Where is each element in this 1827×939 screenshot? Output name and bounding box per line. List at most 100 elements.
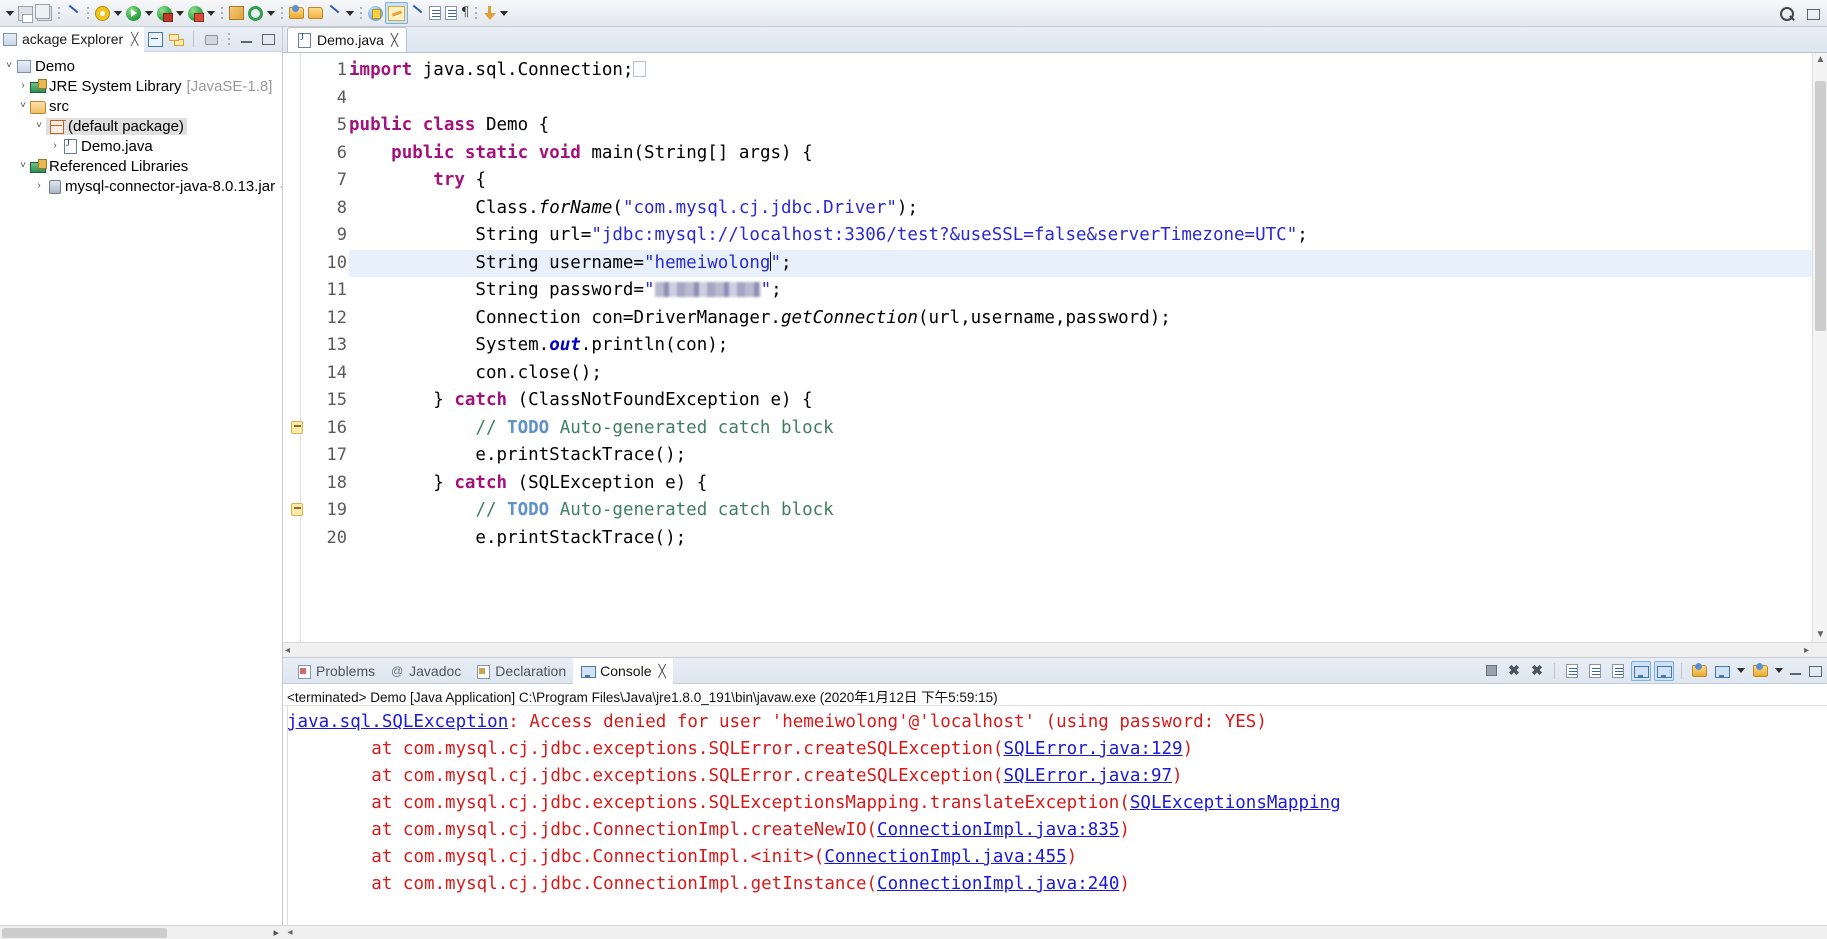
- scroll-right-icon[interactable]: ▸: [1804, 645, 1809, 656]
- tree-item-demo[interactable]: ˅ Demo: [0, 56, 282, 76]
- tab-declaration[interactable]: Declaration: [468, 658, 573, 684]
- tree-item-mysql-connector-java-8-0-13-jar[interactable]: › mysql-connector-java-8.0.13.jar - C:\L: [0, 176, 282, 196]
- source-location-link[interactable]: ConnectionImpl.java:455: [824, 847, 1066, 867]
- open-type-icon[interactable]: [287, 2, 306, 24]
- console-output[interactable]: java.sql.SQLException: Access denied for…: [283, 706, 1827, 925]
- remove-launch-icon[interactable]: ✖: [1504, 661, 1524, 681]
- next-annotation-icon[interactable]: [385, 2, 408, 24]
- warning-marker-icon[interactable]: [291, 503, 303, 516]
- toolbar-drag-handle-2[interactable]: [85, 4, 91, 22]
- chevron-right-icon[interactable]: ›: [32, 181, 46, 191]
- save-all-icon[interactable]: [35, 2, 54, 24]
- download-dropdown-arrow[interactable]: [500, 10, 508, 16]
- toolbar-drag-handle-4[interactable]: [279, 4, 285, 22]
- show-whitespace-icon[interactable]: [443, 2, 459, 24]
- toolbar-drag-handle-6[interactable]: [473, 4, 479, 22]
- display-selected-console-icon[interactable]: [1712, 661, 1732, 681]
- pin-console-icon[interactable]: [1689, 661, 1709, 681]
- editor-hscrollbar[interactable]: ◂ ▸: [283, 642, 1827, 657]
- scroll-up-icon[interactable]: ▲: [1813, 53, 1827, 67]
- scroll-left-icon[interactable]: ◂: [285, 645, 290, 656]
- view-menu-dots[interactable]: [226, 30, 232, 48]
- source-location-link[interactable]: SQLError.java:129: [1003, 739, 1182, 759]
- word-wrap-icon[interactable]: [1608, 661, 1628, 681]
- new-java-package-icon[interactable]: [227, 2, 246, 24]
- scroll-right-icon[interactable]: ▸: [273, 926, 279, 939]
- open-task-icon[interactable]: [306, 2, 325, 24]
- view-menu-icon[interactable]: [203, 31, 219, 47]
- show-console-on-output-icon[interactable]: [1631, 660, 1651, 681]
- search-icon[interactable]: [1779, 6, 1795, 22]
- clear-console-icon[interactable]: [1562, 661, 1582, 681]
- tab-javadoc[interactable]: @ Javadoc: [382, 658, 468, 684]
- toolbar-drag-handle-5[interactable]: [358, 4, 364, 22]
- tab-console[interactable]: Console ╳: [573, 657, 673, 684]
- toolbar-drag-handle-3[interactable]: [219, 4, 225, 22]
- display-console-dropdown-arrow[interactable]: [1737, 668, 1745, 673]
- editor-marker-bar[interactable]: [283, 53, 301, 642]
- external-tools-dropdown-arrow[interactable]: [176, 10, 184, 16]
- chevron-down-icon[interactable]: ˅: [2, 61, 16, 71]
- open-console-icon[interactable]: [1750, 661, 1770, 681]
- save-icon[interactable]: [16, 2, 35, 24]
- terminate-icon[interactable]: [1481, 661, 1501, 681]
- minimize-icon[interactable]: [1788, 663, 1804, 679]
- minimize-icon[interactable]: [239, 31, 255, 47]
- maximize-icon[interactable]: [260, 31, 276, 47]
- show-console-on-error-icon[interactable]: [1654, 660, 1674, 681]
- toolbar-drag-handle-1[interactable]: [56, 4, 62, 22]
- chevron-down-icon[interactable]: ˅: [16, 161, 30, 171]
- pilcrow-icon[interactable]: ¶: [459, 6, 471, 20]
- source-location-link[interactable]: SQLError.java:97: [1003, 766, 1172, 786]
- perspective-icon[interactable]: [1805, 6, 1821, 22]
- exception-type-link[interactable]: java.sql.SQLException: [287, 712, 508, 732]
- tab-demo-java[interactable]: Demo.java ╳: [287, 27, 408, 52]
- download-icon[interactable]: [481, 2, 498, 24]
- edit-pen-icon[interactable]: [325, 2, 344, 24]
- console-hscrollbar[interactable]: ◂: [283, 925, 1827, 939]
- tree-item-jre-system-library[interactable]: › JRE System Library [JavaSE-1.8]: [0, 76, 282, 96]
- tree-item-demo-java[interactable]: › Demo.java: [0, 136, 282, 156]
- chevron-down-icon[interactable]: ˅: [16, 101, 30, 111]
- link-with-editor-icon[interactable]: [168, 31, 184, 47]
- scroll-down-icon[interactable]: ▼: [1813, 628, 1827, 642]
- toolbar-overflow-arrow[interactable]: [6, 10, 14, 16]
- coverage-icon[interactable]: [186, 2, 205, 24]
- maximize-icon[interactable]: [1807, 663, 1823, 679]
- toggle-mark-occurrences-icon[interactable]: [408, 2, 427, 24]
- source-location-link[interactable]: SQLExceptionsMapping: [1130, 793, 1341, 813]
- previous-annotation-icon[interactable]: [366, 2, 385, 24]
- open-console-dropdown-arrow[interactable]: [1775, 668, 1783, 673]
- project-tree[interactable]: ˅ Demo › JRE System Library [JavaSE-1.8] ˅ src…: [0, 52, 282, 939]
- scrollbar-thumb[interactable]: [1815, 81, 1826, 331]
- skip-breakpoints-icon[interactable]: [64, 2, 83, 24]
- chevron-right-icon[interactable]: ›: [16, 81, 30, 91]
- refresh-dropdown-arrow[interactable]: [267, 10, 275, 16]
- run-icon[interactable]: [124, 2, 143, 24]
- source-code[interactable]: import java.sql.Connection; public class…: [349, 53, 1827, 642]
- chevron-right-icon[interactable]: ›: [48, 141, 62, 151]
- tree-item-src[interactable]: ˅ src: [0, 96, 282, 116]
- tree-item-referenced-libraries[interactable]: ˅ Referenced Libraries: [0, 156, 282, 176]
- coverage-dropdown-arrow[interactable]: [207, 10, 215, 16]
- editor-vscrollbar[interactable]: ▲ ▼: [1812, 53, 1827, 642]
- remove-all-terminated-icon[interactable]: ✖: [1527, 661, 1547, 681]
- close-icon[interactable]: ╳: [391, 33, 398, 47]
- source-location-link[interactable]: ConnectionImpl.java:835: [877, 820, 1119, 840]
- warning-marker-icon[interactable]: [291, 420, 303, 434]
- debug-dropdown-arrow[interactable]: [114, 10, 122, 16]
- close-icon[interactable]: ╳: [131, 32, 138, 46]
- debug-icon[interactable]: [93, 2, 112, 24]
- package-explorer-hscrollbar[interactable]: ▸: [0, 925, 283, 939]
- run-dropdown-arrow[interactable]: [145, 10, 153, 16]
- source-location-link[interactable]: ConnectionImpl.java:240: [877, 874, 1119, 894]
- scrollbar-thumb[interactable]: [2, 927, 167, 938]
- tree-item-default-package[interactable]: ˅ (default package): [0, 116, 282, 136]
- refresh-icon[interactable]: [246, 2, 265, 24]
- link-with-editor-icon[interactable]: [427, 2, 443, 24]
- run-external-tools-icon[interactable]: [155, 2, 174, 24]
- edit-dropdown-arrow[interactable]: [346, 10, 354, 16]
- tab-problems[interactable]: Problems: [289, 658, 382, 684]
- collapse-all-icon[interactable]: [147, 31, 163, 47]
- chevron-down-icon[interactable]: ˅: [32, 121, 46, 131]
